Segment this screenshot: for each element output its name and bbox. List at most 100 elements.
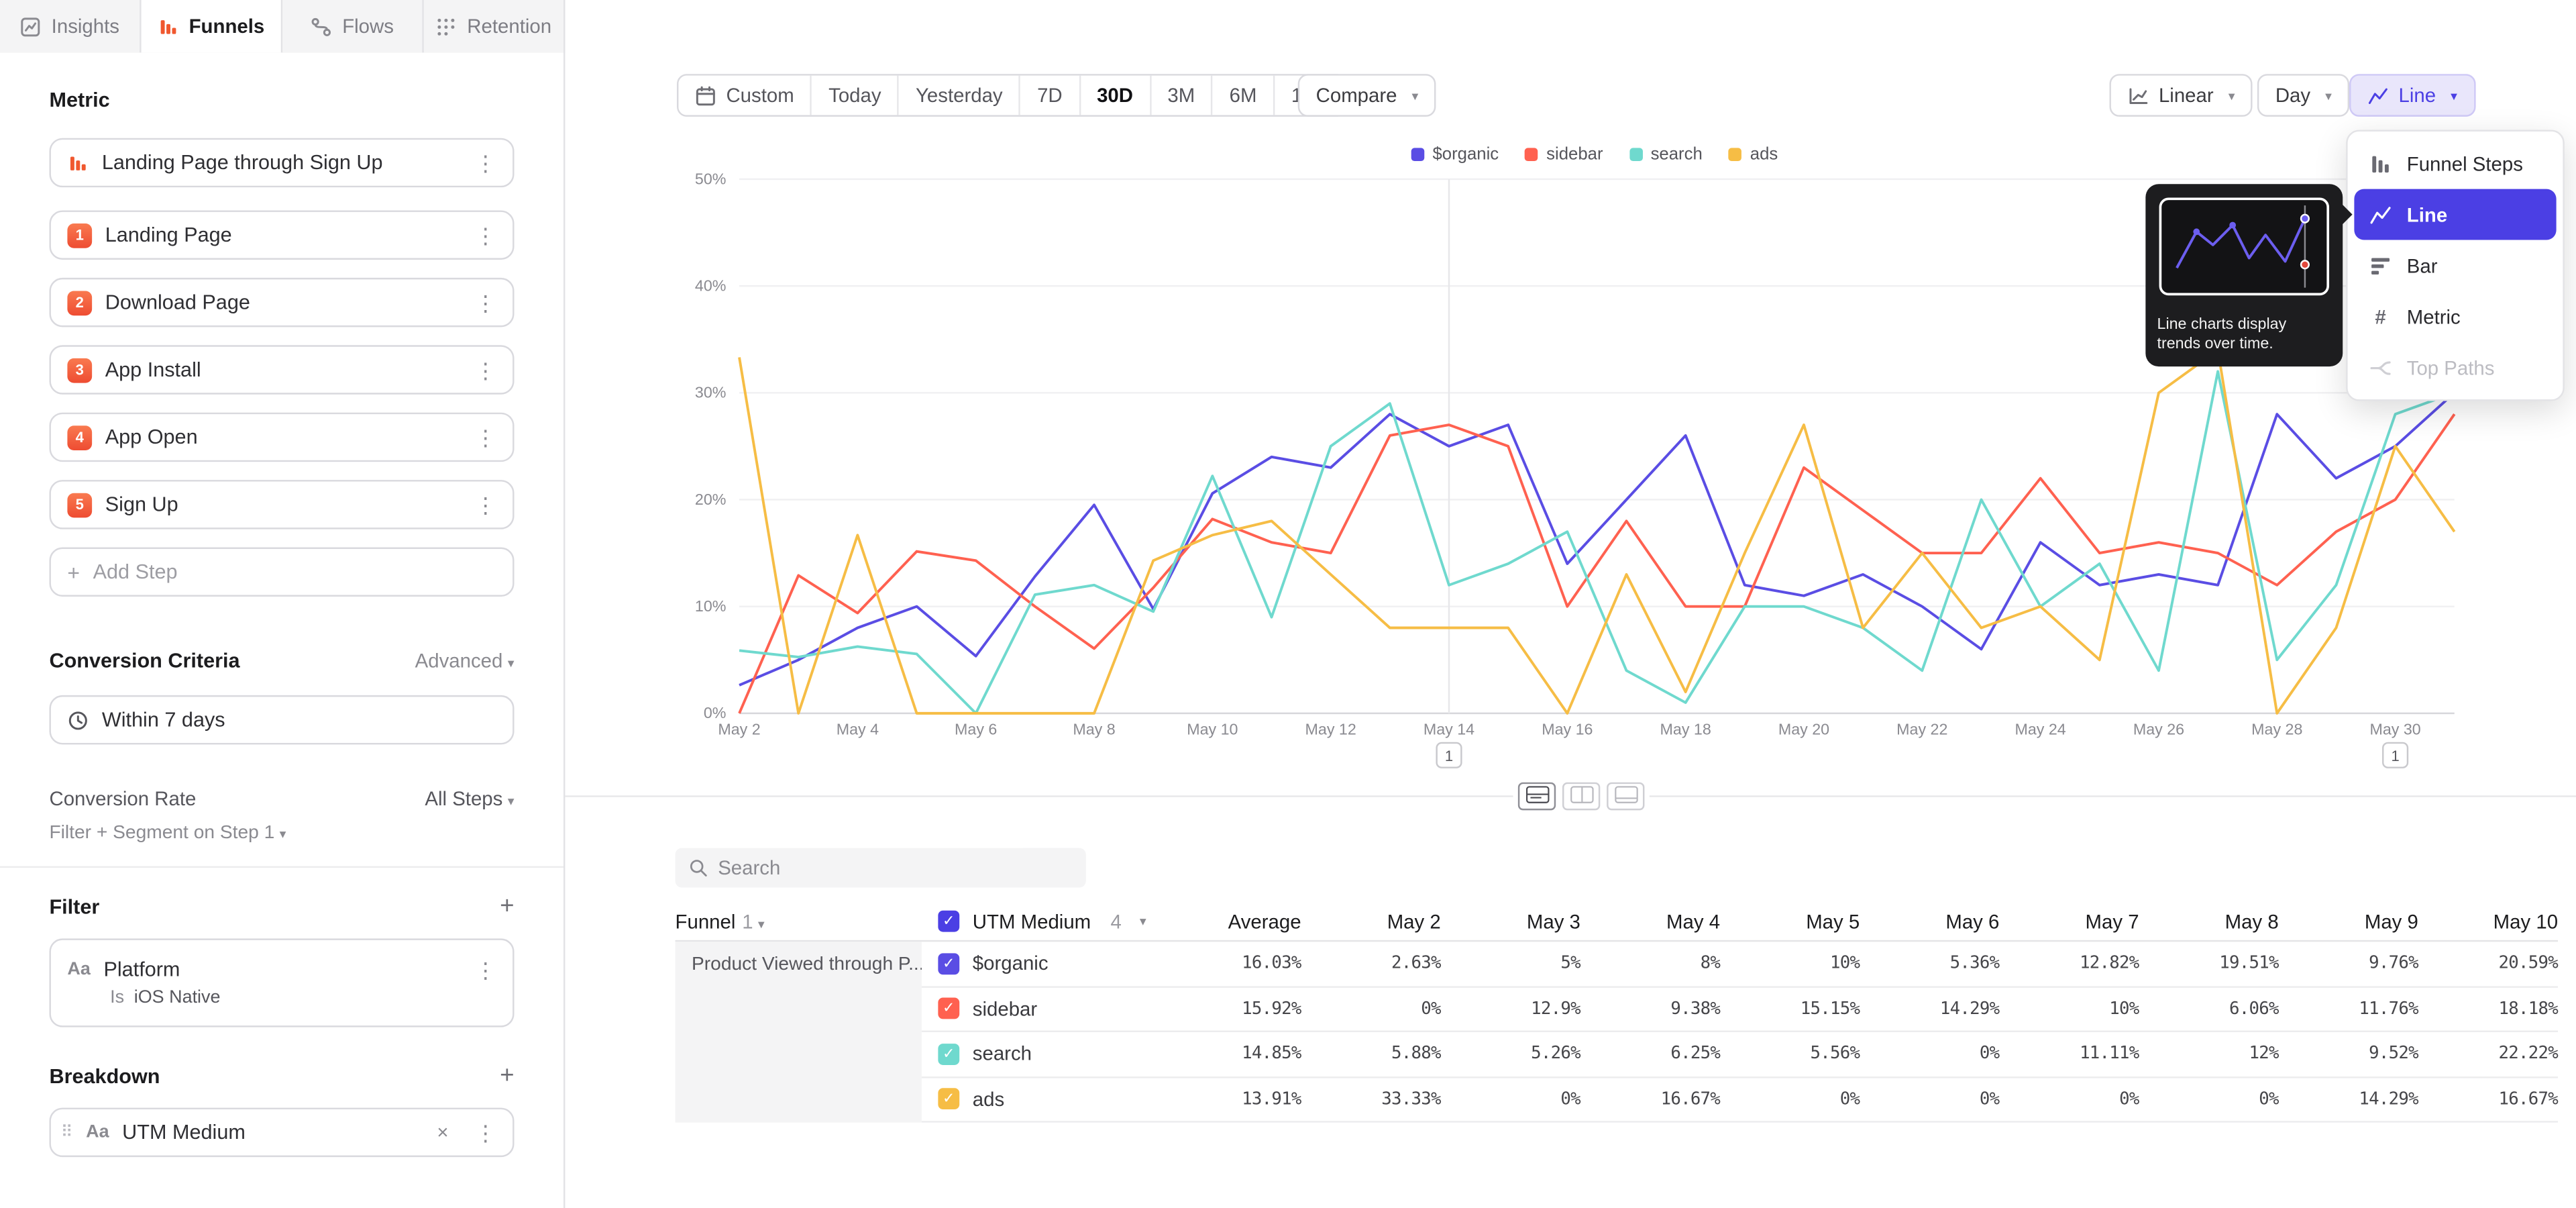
- funnel-steps-icon: [2369, 152, 2392, 175]
- table-row-search: ✓search14.85%5.88%5.26%6.25%5.56%0%11.11…: [922, 1032, 2558, 1077]
- 7d-range-button[interactable]: 7D: [1021, 76, 1081, 115]
- menu-item-line[interactable]: Line: [2354, 189, 2556, 240]
- day-column-header[interactable]: May 3: [1441, 910, 1580, 933]
- day-column-header[interactable]: May 7: [1999, 910, 2139, 933]
- x-axis-tick-label: May 24: [2015, 721, 2066, 738]
- kebab-menu-icon[interactable]: ⋮: [475, 359, 496, 381]
- compare-button[interactable]: Compare ▾: [1298, 74, 1437, 117]
- y-axis-tick-label: 50%: [695, 170, 727, 187]
- day-column-header[interactable]: May 10: [2418, 910, 2558, 933]
- filter-segment-dropdown[interactable]: Filter + Segment on Step 1▾: [49, 823, 514, 843]
- day-column-header[interactable]: May 4: [1580, 910, 1720, 933]
- funnel-step-sign-up[interactable]: 5Sign Up⋮: [49, 480, 514, 529]
- series-checkbox[interactable]: ✓: [938, 998, 959, 1019]
- tab-label: Retention: [467, 15, 551, 38]
- tab-label: Flows: [342, 15, 394, 38]
- day-column-header[interactable]: May 6: [1860, 910, 1999, 933]
- metric-card[interactable]: Landing Page through Sign Up ⋮: [49, 138, 514, 187]
- series-checkbox[interactable]: ✓: [938, 953, 959, 974]
- chart-line-search[interactable]: [739, 371, 2455, 713]
- kebab-menu-icon[interactable]: ⋮: [475, 152, 496, 174]
- series-label-cell[interactable]: ✓search: [922, 1042, 1162, 1065]
- series-checkbox[interactable]: ✓: [938, 1043, 959, 1064]
- conversion-window-card[interactable]: Within 7 days: [49, 695, 514, 744]
- y-axis-tick-label: 0%: [704, 704, 727, 721]
- linear-icon: [2127, 85, 2149, 106]
- close-icon[interactable]: ×: [437, 1121, 448, 1144]
- average-value-cell: 14.85%: [1161, 1044, 1301, 1064]
- funnel-step-app-install[interactable]: 3App Install⋮: [49, 345, 514, 394]
- today-range-button[interactable]: Today: [812, 76, 900, 115]
- 30d-range-button[interactable]: 30D: [1081, 76, 1151, 115]
- chart-only-view-button[interactable]: [1607, 783, 1644, 811]
- flows-icon: [311, 15, 333, 37]
- day-column-header[interactable]: May 9: [2279, 910, 2418, 933]
- funnel-step-landing-page[interactable]: 1Landing Page⋮: [49, 210, 514, 259]
- x-axis-tick-label: May 8: [1073, 721, 1115, 738]
- advanced-dropdown[interactable]: Advanced▾: [415, 649, 515, 672]
- calendar-icon: [695, 85, 716, 106]
- funnel-step-app-open[interactable]: 4App Open⋮: [49, 413, 514, 462]
- x-axis-tick-label: May 10: [1187, 721, 1238, 738]
- menu-item-bar[interactable]: Bar: [2354, 240, 2556, 291]
- funnel-group-cell[interactable]: Product Viewed through P...: [676, 942, 922, 1122]
- filter-item-platform[interactable]: Aa Platform ⋮ Is iOS Native: [49, 938, 514, 1027]
- kebab-menu-icon[interactable]: ⋮: [475, 292, 496, 313]
- drag-handle-icon[interactable]: ⠿: [61, 1123, 73, 1142]
- breakdown-column-header[interactable]: ✓UTM Medium4▾: [922, 910, 1162, 933]
- add-filter-button[interactable]: +: [500, 894, 514, 919]
- chart-type-button[interactable]: Line ▾: [2349, 74, 2475, 117]
- select-all-checkbox[interactable]: ✓: [938, 911, 959, 932]
- kebab-menu-icon[interactable]: ⋮: [475, 224, 496, 246]
- annotation-badge[interactable]: 1: [2383, 743, 2408, 768]
- menu-item-funnel-steps[interactable]: Funnel Steps: [2354, 138, 2556, 189]
- funnels-icon: [67, 152, 89, 174]
- range-label: 7D: [1037, 84, 1063, 107]
- custom-range-button[interactable]: Custom: [678, 76, 812, 115]
- step-number-badge: 4: [67, 425, 92, 450]
- x-axis-tick-label: May 18: [1660, 721, 1711, 738]
- tab-funnels[interactable]: Funnels: [142, 0, 283, 52]
- tab-flows[interactable]: Flows: [282, 0, 424, 52]
- kebab-menu-icon[interactable]: ⋮: [475, 959, 496, 980]
- breakdown-item-utm-medium[interactable]: ⠿ Aa UTM Medium × ⋮: [49, 1108, 514, 1157]
- metric-name: Landing Page through Sign Up: [102, 151, 383, 174]
- day-value-cell: 0%: [1441, 1089, 1580, 1109]
- day-column-header[interactable]: May 2: [1301, 910, 1441, 933]
- series-label-cell[interactable]: ✓sidebar: [922, 997, 1162, 1020]
- kebab-menu-icon[interactable]: ⋮: [475, 1121, 496, 1143]
- day-value-cell: 5.36%: [1860, 954, 1999, 973]
- granularity-day-button[interactable]: Day ▾: [2257, 74, 2350, 117]
- day-value-cell: 0%: [1301, 999, 1441, 1018]
- annotation-badge[interactable]: 1: [1437, 743, 1462, 768]
- all-steps-dropdown[interactable]: All Steps▾: [425, 787, 514, 810]
- average-column-header[interactable]: Average: [1161, 910, 1301, 933]
- series-checkbox[interactable]: ✓: [938, 1089, 959, 1110]
- yesterday-range-button[interactable]: Yesterday: [900, 76, 1021, 115]
- tab-retention[interactable]: Retention: [424, 0, 564, 52]
- split-horizontal-view-button[interactable]: [1518, 783, 1556, 811]
- chevron-down-icon: ▾: [2325, 88, 2332, 103]
- search-input[interactable]: [718, 856, 1073, 879]
- day-column-header[interactable]: May 5: [1720, 910, 1860, 933]
- funnel-column-header[interactable]: Funnel1▾: [676, 910, 922, 933]
- kebab-menu-icon[interactable]: ⋮: [475, 427, 496, 448]
- day-column-header[interactable]: May 8: [2139, 910, 2279, 933]
- funnel-step-download-page[interactable]: 2Download Page⋮: [49, 278, 514, 327]
- series-label-cell[interactable]: ✓$organic: [922, 952, 1162, 975]
- add-breakdown-button[interactable]: +: [500, 1063, 514, 1088]
- series-label-cell[interactable]: ✓ads: [922, 1088, 1162, 1111]
- day-value-cell: 33.33%: [1301, 1089, 1441, 1109]
- split-vertical-view-button[interactable]: [1562, 783, 1600, 811]
- chart-line-sidebar[interactable]: [739, 414, 2455, 713]
- x-axis-tick-label: May 14: [1424, 721, 1474, 738]
- linear-scale-button[interactable]: Linear ▾: [2109, 74, 2253, 117]
- tab-insights[interactable]: Insights: [0, 0, 142, 52]
- menu-item-metric[interactable]: #Metric: [2354, 291, 2556, 342]
- kebab-menu-icon[interactable]: ⋮: [475, 494, 496, 515]
- add-step-button[interactable]: + Add Step: [49, 548, 514, 597]
- 3m-range-button[interactable]: 3M: [1151, 76, 1213, 115]
- menu-item-label: Funnel Steps: [2407, 152, 2523, 175]
- 6m-range-button[interactable]: 6M: [1213, 76, 1275, 115]
- step-label: App Install: [105, 358, 201, 381]
